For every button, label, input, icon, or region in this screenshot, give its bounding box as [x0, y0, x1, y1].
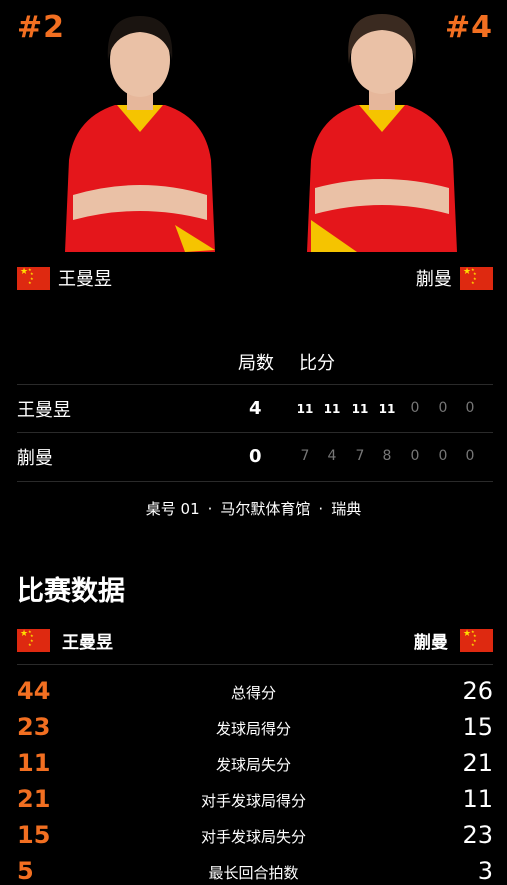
points-column-header: 比分 [299, 353, 335, 374]
venue-country: 瑞典 [331, 500, 362, 518]
score-row-1-game-4: 11 [378, 402, 396, 416]
games-column-header: 局数 [238, 353, 274, 374]
score-row-2-game-1: 7 [300, 448, 310, 464]
stat-right-value: 11 [462, 785, 493, 813]
stat-right-value: 15 [462, 713, 493, 741]
divider [17, 481, 493, 482]
stat-label: 发球局失分 [215, 756, 291, 774]
divider [17, 664, 493, 665]
stats-right-player-name: 蒯曼 [414, 633, 448, 653]
stat-right-value: 26 [462, 677, 493, 705]
stat-label: 对手发球局得分 [200, 792, 306, 810]
separator-dot: · [318, 500, 324, 518]
stats-right-player: 蒯曼 ★ ★ ★ ★ ★ [414, 628, 493, 653]
score-row-1-games: 4 [249, 398, 262, 419]
stats-left-player: ★ ★ ★ ★ ★ 王曼昱 [17, 628, 113, 653]
china-flag-icon: ★ ★ ★ ★ ★ [17, 266, 50, 290]
right-player-name: 蒯曼 [416, 269, 452, 290]
score-row-2-game-2: 4 [327, 448, 337, 464]
china-flag-icon: ★ ★ ★ ★ ★ [460, 266, 493, 290]
stat-right-value: 23 [462, 821, 493, 849]
score-row-2-game-4: 8 [382, 448, 392, 464]
score-row-1-game-2: 11 [323, 402, 341, 416]
score-row-1-game-1: 11 [296, 402, 314, 416]
divider [17, 384, 493, 385]
left-player-name: 王曼昱 [58, 269, 112, 290]
china-flag-icon: ★ ★ ★ ★ ★ [460, 629, 493, 652]
right-player-tag: 蒯曼 ★ ★ ★ ★ ★ [416, 265, 493, 291]
score-row-2-game-5: 0 [410, 448, 420, 464]
score-row-1-game-7: 0 [465, 400, 475, 416]
table-number: 桌号 01 [145, 500, 200, 518]
separator-dot: · [207, 500, 213, 518]
match-venue: 桌号 01 · 马尔默体育馆 · 瑞典 [0, 498, 507, 519]
score-row-2-name: 蒯曼 [17, 448, 53, 469]
stat-label: 对手发球局失分 [200, 828, 306, 846]
score-row-1-game-5: 0 [410, 400, 420, 416]
divider [17, 432, 493, 433]
china-flag-icon: ★ ★ ★ ★ ★ [17, 629, 50, 652]
left-player-tag: ★ ★ ★ ★ ★ 王曼昱 [17, 265, 112, 291]
stat-label: 总得分 [230, 684, 276, 702]
right-player-photo [307, 14, 457, 252]
left-player-photo [65, 16, 215, 252]
score-row-1-name: 王曼昱 [17, 400, 71, 421]
score-row-1-game-6: 0 [438, 400, 448, 416]
score-row-1-game-3: 11 [351, 402, 369, 416]
score-row-2-game-7: 0 [465, 448, 475, 464]
stat-right-value: 3 [477, 857, 493, 885]
score-row-2-game-3: 7 [355, 448, 365, 464]
stats-left-player-name: 王曼昱 [62, 633, 113, 653]
score-row-2-game-6: 0 [438, 448, 448, 464]
stat-right-value: 21 [462, 749, 493, 777]
match-stats-title: 比赛数据 [17, 576, 125, 607]
score-row-2-games: 0 [249, 446, 262, 467]
stat-label: 发球局得分 [215, 720, 291, 738]
venue-name: 马尔默体育馆 [220, 500, 311, 518]
